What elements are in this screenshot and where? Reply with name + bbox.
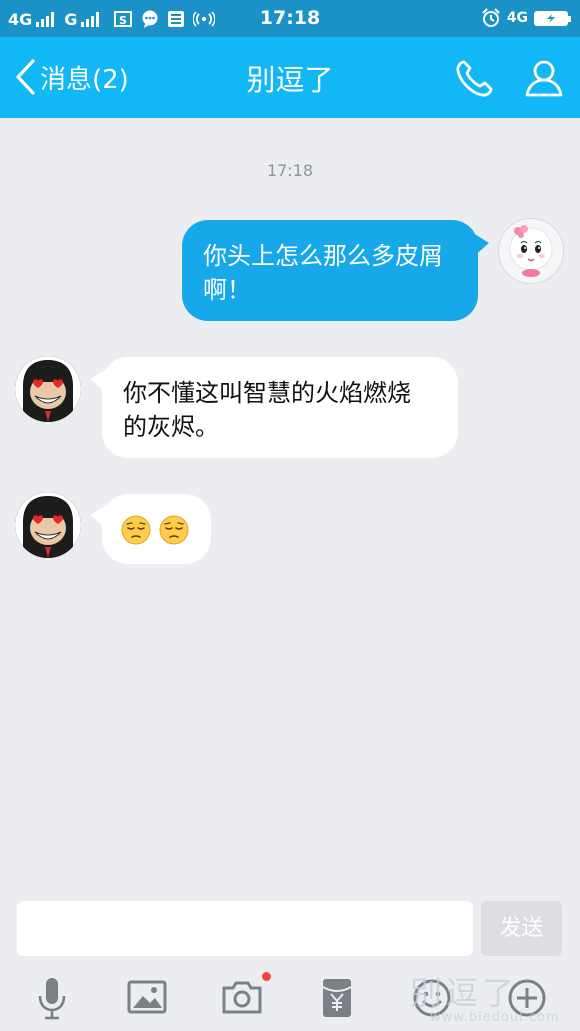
camera-icon: [222, 981, 262, 1014]
incoming-emoji-bubble[interactable]: [102, 494, 211, 564]
notification-dot: [262, 972, 271, 981]
image-icon: [127, 980, 167, 1014]
message-timestamp: 17:18: [266, 161, 314, 180]
red-packet-button[interactable]: [313, 974, 361, 1022]
battery-icon: [534, 10, 571, 26]
chat-header: 消息(2) 别逗了: [0, 37, 580, 118]
image-button[interactable]: [123, 974, 171, 1022]
message-text-line-1: 你不懂这叫智慧的火焰燃烧: [123, 379, 411, 407]
incoming-message-bubble[interactable]: 你不懂这叫智慧的火焰燃烧 的灰烬。: [102, 357, 458, 458]
call-button[interactable]: [452, 57, 496, 101]
more-button[interactable]: [503, 974, 551, 1022]
status-bar: 4G G S 17:18 4G: [0, 0, 580, 37]
message-text-line-1: 你头上怎么那么多皮屑: [203, 242, 443, 270]
contact-avatar[interactable]: [15, 492, 81, 558]
network-type-label: 4G: [506, 10, 528, 26]
message-input[interactable]: [17, 901, 473, 956]
message-text-line-2: 的灰烬。: [123, 413, 219, 441]
camera-button[interactable]: [218, 972, 271, 1022]
smiley-icon: [413, 979, 451, 1017]
pensive-face-icon: [121, 515, 151, 545]
outgoing-message-bubble[interactable]: 你头上怎么那么多皮屑 啊！: [182, 220, 478, 321]
pensive-face-icon: [159, 515, 189, 545]
contact-avatar[interactable]: [15, 356, 81, 422]
bubble-tail: [473, 233, 489, 257]
chevron-left-icon: [16, 59, 35, 95]
emoji-button[interactable]: [408, 974, 456, 1022]
user-icon: [525, 60, 563, 97]
message-text-line-2: 啊！: [203, 276, 251, 304]
phone-icon: [456, 60, 493, 97]
back-label: 消息(2): [40, 64, 129, 95]
plus-icon: [508, 979, 546, 1017]
alarm-icon: [482, 8, 500, 27]
voice-button[interactable]: [28, 974, 76, 1022]
my-avatar[interactable]: [498, 218, 564, 284]
status-right: 4G: [481, 7, 571, 29]
monkey-avatar-icon: [15, 356, 81, 422]
microphone-icon: [38, 978, 66, 1020]
back-button[interactable]: 消息(2): [14, 55, 129, 99]
monkey-avatar-icon: [15, 492, 81, 558]
send-button[interactable]: 发送: [481, 901, 562, 956]
red-packet-icon: [322, 979, 352, 1017]
cartoon-girl-avatar-icon: [499, 219, 563, 283]
profile-button[interactable]: [522, 57, 566, 101]
